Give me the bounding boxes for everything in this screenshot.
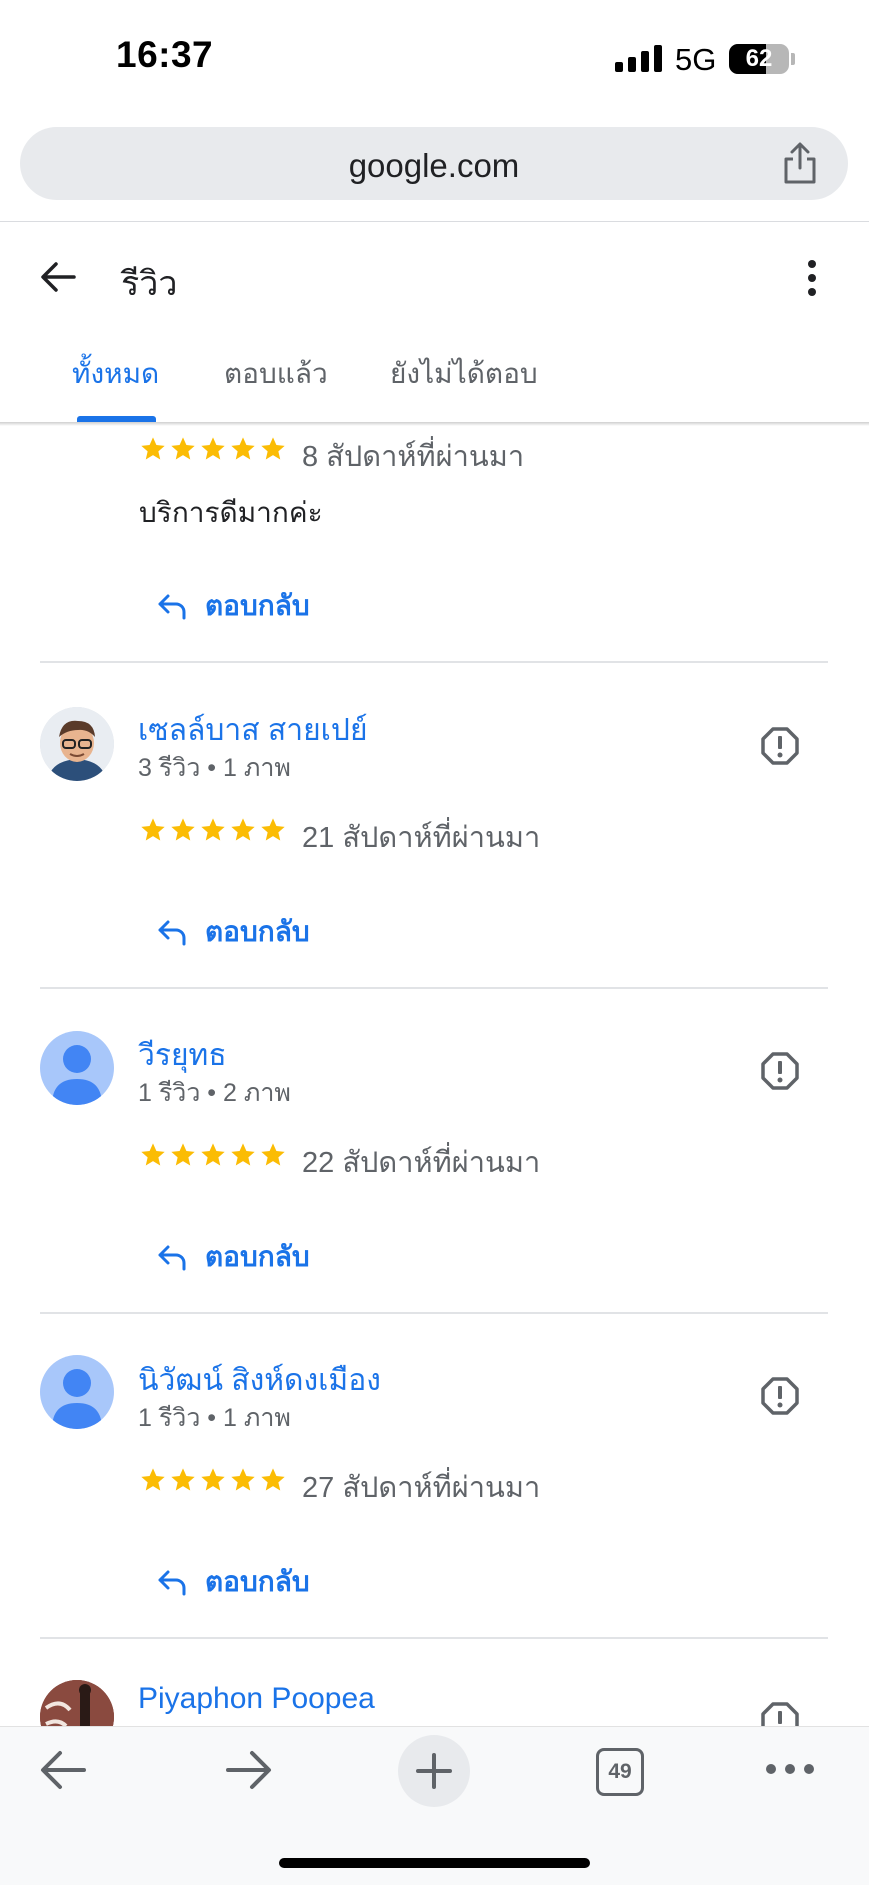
star-icon (141, 818, 165, 841)
header-shadow (0, 422, 869, 426)
star-rating (139, 1141, 287, 1169)
star-icon (171, 818, 195, 841)
plus-icon (416, 1753, 452, 1789)
report-flag-icon[interactable] (760, 1051, 800, 1091)
avatar[interactable] (40, 707, 114, 781)
reviewer-photo-icon (40, 707, 114, 781)
star-icon (201, 818, 225, 841)
star-icon (261, 437, 285, 460)
tab-unreplied[interactable]: ยังไม่ได้ตอบ (390, 352, 538, 396)
review-time: 27 สัปดาห์ที่ผ่านมา (302, 1472, 541, 1504)
star-icon (201, 1468, 225, 1491)
more-vert-icon[interactable] (800, 256, 824, 300)
url-text: google.com (348, 147, 520, 184)
star-icon (261, 1143, 285, 1166)
status-time: 16:37 (116, 34, 214, 75)
star-icon (171, 1468, 195, 1491)
reply-button[interactable]: ตอบกลับ (157, 910, 310, 954)
report-flag-icon[interactable] (760, 1376, 800, 1416)
star-rating (139, 1466, 287, 1494)
star-icon (171, 1143, 195, 1166)
star-icon (201, 1143, 225, 1166)
tab-switcher-button[interactable]: 49 (596, 1748, 644, 1796)
reply-label: ตอบกลับ (205, 1241, 310, 1272)
review-text: บริการดีมากค่ะ (139, 497, 323, 528)
reply-label: ตอบกลับ (205, 1566, 310, 1597)
review-time: 8 สัปดาห์ที่ผ่านมา (302, 441, 525, 473)
reviewer-name[interactable]: Piyaphon Poopea (138, 1682, 375, 1716)
reply-button[interactable]: ตอบกลับ (157, 1560, 310, 1604)
reply-icon (158, 920, 186, 946)
tab-replied[interactable]: ตอบแล้ว (224, 352, 328, 396)
report-flag-icon[interactable] (760, 726, 800, 766)
star-icon (231, 1143, 255, 1166)
divider (40, 1312, 828, 1314)
divider (40, 1637, 828, 1639)
back-arrow-icon[interactable] (36, 255, 80, 299)
reviewer-name[interactable]: วีรยุทธ (138, 1032, 227, 1079)
divider (40, 987, 828, 989)
reply-icon (158, 594, 186, 620)
home-indicator[interactable] (279, 1858, 590, 1868)
new-tab-button[interactable] (398, 1735, 470, 1807)
star-icon (171, 437, 195, 460)
reply-label: ตอบกลับ (205, 590, 310, 621)
reviewer-meta: 1 รีวิว • 1 ภาพ (138, 1404, 291, 1432)
reviewer-meta: 1 รีวิว • 2 ภาพ (138, 1079, 291, 1107)
review-time: 21 สัปดาห์ที่ผ่านมา (302, 822, 541, 854)
tab-all[interactable]: ทั้งหมด (72, 352, 159, 396)
page-title: รีวิว (121, 265, 178, 303)
reviewer-meta: 3 รีวิว • 1 ภาพ (138, 754, 291, 782)
star-icon (231, 437, 255, 460)
default-person-icon (52, 1045, 102, 1105)
more-horiz-icon[interactable] (765, 1763, 815, 1775)
star-icon (231, 818, 255, 841)
cellular-signal-icon (615, 44, 662, 72)
reply-icon (158, 1570, 186, 1596)
review-time: 22 สัปดาห์ที่ผ่านมา (302, 1147, 541, 1179)
address-bar[interactable]: google.com (20, 127, 848, 200)
reply-button[interactable]: ตอบกลับ (157, 1235, 310, 1279)
star-icon (201, 437, 225, 460)
toolbar-divider (0, 221, 869, 222)
star-icon (231, 1468, 255, 1491)
browser-forward-icon[interactable] (224, 1748, 274, 1792)
reviewer-name[interactable]: เซลล์บาส สายเปย์ (138, 707, 368, 754)
star-rating (139, 816, 287, 844)
battery-tip (791, 53, 795, 65)
star-icon (141, 437, 165, 460)
battery-icon: 62 (729, 44, 789, 74)
star-icon (261, 818, 285, 841)
star-icon (141, 1468, 165, 1491)
default-person-icon (52, 1369, 102, 1429)
avatar[interactable] (40, 1355, 114, 1429)
reply-icon (158, 1245, 186, 1271)
network-type: 5G (675, 42, 717, 77)
reply-button[interactable]: ตอบกลับ (157, 584, 310, 628)
battery-level: 62 (745, 45, 773, 72)
share-icon[interactable] (780, 141, 820, 185)
reviewer-name[interactable]: นิวัฒน์ สิงห์ดงเมือง (138, 1357, 381, 1404)
avatar[interactable] (40, 1031, 114, 1105)
divider (40, 661, 828, 663)
star-rating (139, 435, 287, 463)
reply-label: ตอบกลับ (205, 916, 310, 947)
star-icon (261, 1468, 285, 1491)
browser-back-icon[interactable] (38, 1748, 88, 1792)
star-icon (141, 1143, 165, 1166)
